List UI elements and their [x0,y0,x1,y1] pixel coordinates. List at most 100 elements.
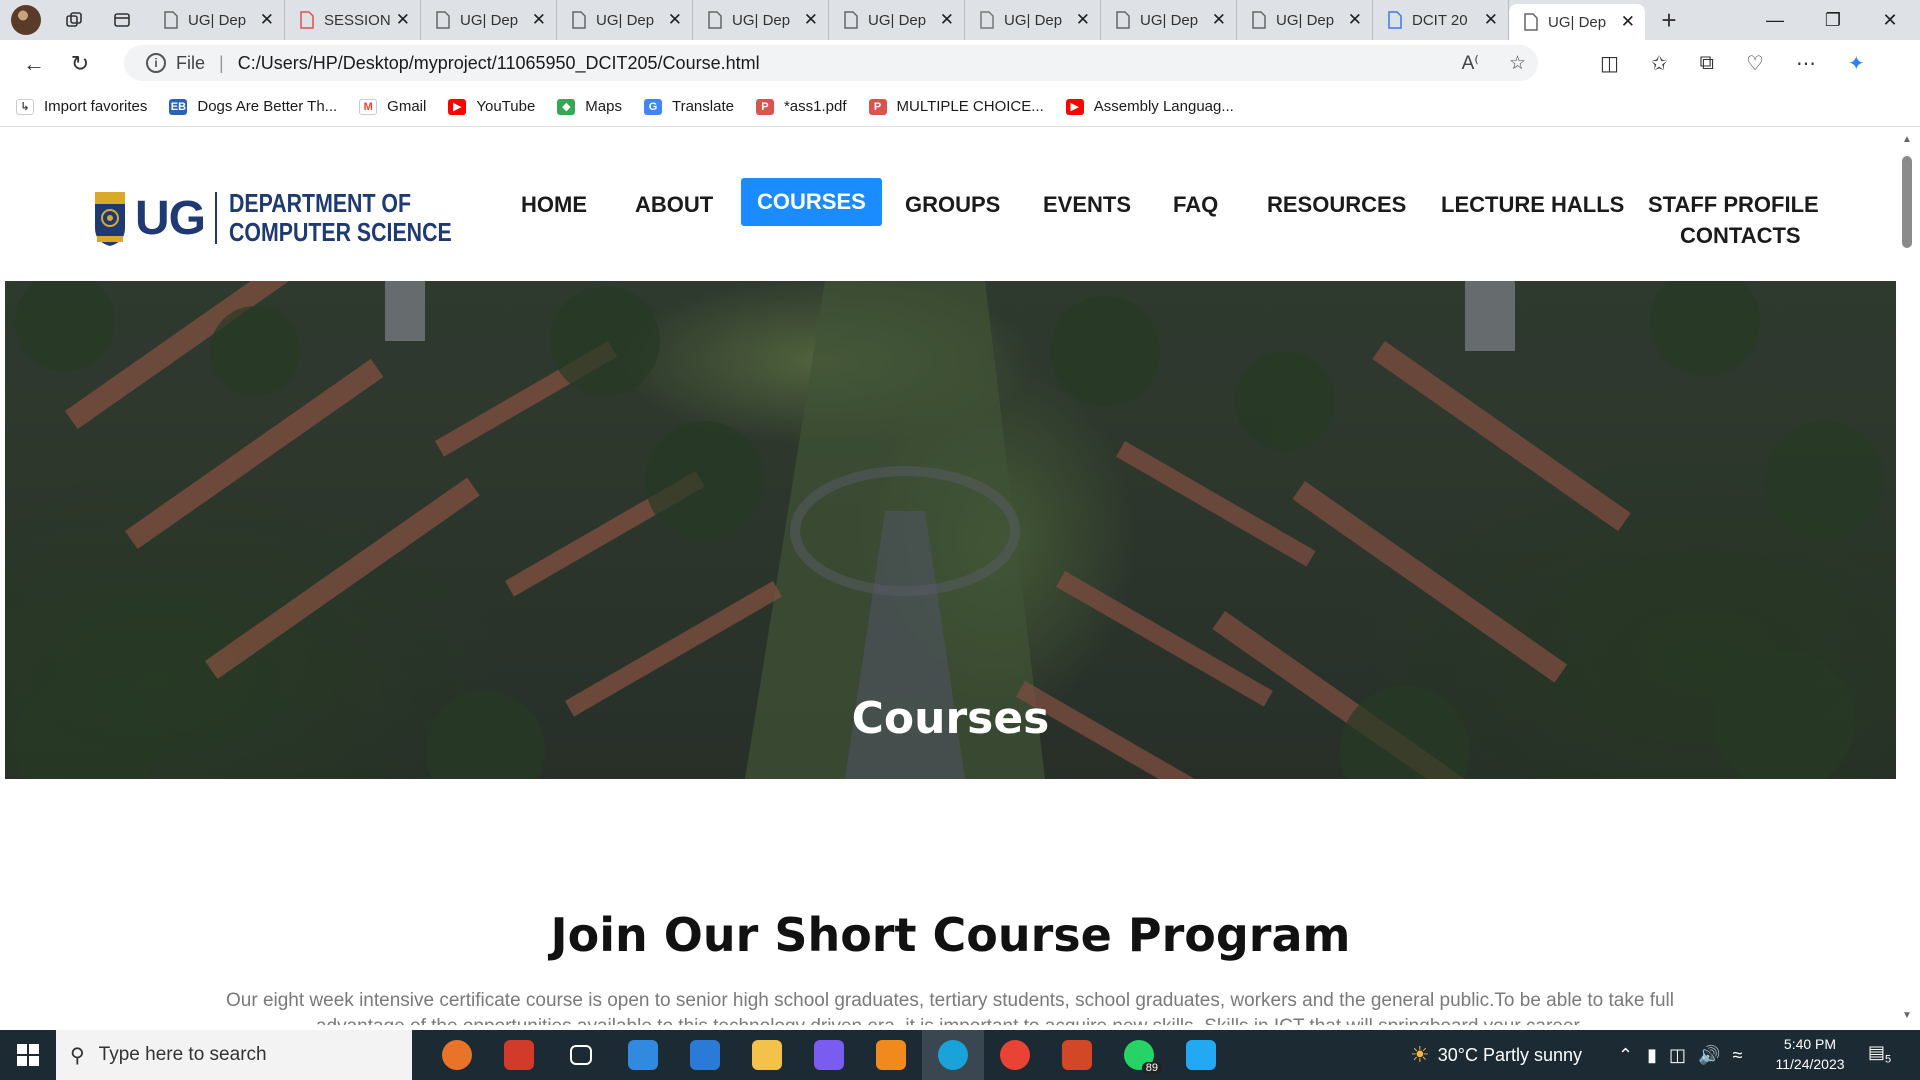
page-scrollbar[interactable]: ▲ ▼ [1896,128,1920,1025]
profile-avatar[interactable] [11,5,41,35]
nav-staff-profile[interactable]: STAFF PROFILE [1648,192,1819,218]
nav-resources[interactable]: RESOURCES [1267,192,1406,218]
favorite-item[interactable]: M Gmail [359,98,426,115]
favorite-item[interactable]: G Translate [643,98,734,115]
nav-groups[interactable]: GROUPS [905,192,1000,218]
nav-contacts[interactable]: CONTACTS [1680,223,1801,249]
close-tab-icon[interactable]: ✕ [396,10,410,30]
notification-center-icon[interactable]: ▤5 [1868,1042,1891,1066]
taskbar-app[interactable] [984,1030,1046,1080]
gift-icon [504,1040,534,1070]
task-view-icon [570,1045,592,1065]
wifi-icon[interactable]: ≈ [1732,1045,1742,1066]
favorite-item[interactable]: P *ass1.pdf [755,98,847,115]
favorite-item[interactable]: ↳ Import favorites [16,98,147,115]
close-tab-icon[interactable]: ✕ [532,10,546,30]
favorite-item[interactable]: ▶ YouTube [448,98,535,115]
info-icon[interactable]: i [146,53,166,73]
copilot-icon[interactable]: ✦ [1848,51,1865,76]
start-button[interactable] [0,1030,56,1080]
split-screen-icon[interactable]: ◫ [1600,51,1619,76]
volume-icon[interactable]: 🔊 [1698,1045,1720,1066]
restore-button[interactable]: ❐ [1805,0,1861,40]
taskbar-app[interactable] [674,1030,736,1080]
taskbar-app[interactable] [1046,1030,1108,1080]
favorite-label: Maps [585,98,622,115]
nav-events[interactable]: EVENTS [1043,192,1131,218]
taskbar-app[interactable] [922,1030,984,1080]
favorite-item[interactable]: ◆ Maps [557,98,622,115]
taskbar-app[interactable] [488,1030,550,1080]
address-bar[interactable]: i File | C:/Users/HP/Desktop/myproject/1… [124,45,1538,81]
favorite-star-icon[interactable]: ☆ [1509,52,1526,75]
battery-icon[interactable]: ▮ [1647,1045,1657,1066]
section-title: Join Our Short Course Program [550,908,1351,962]
browser-tab[interactable]: UG| Dep ✕ [1509,4,1645,40]
favorite-item[interactable]: P MULTIPLE CHOICE... [868,98,1044,115]
browser-essentials-icon[interactable]: ♡ [1746,51,1764,76]
taskbar-app[interactable] [860,1030,922,1080]
weather-icon[interactable]: ☀ [1410,1042,1430,1068]
browser-tab[interactable]: UG| Dep ✕ [557,0,693,40]
close-tab-icon[interactable]: ✕ [940,10,954,30]
powerpoint-icon [1062,1040,1092,1070]
refresh-button[interactable]: ↻ [62,46,98,82]
close-tab-icon[interactable]: ✕ [1621,12,1635,32]
close-tab-icon[interactable]: ✕ [260,10,274,30]
network-icon[interactable]: ◫ [1669,1045,1686,1066]
nav-about[interactable]: ABOUT [635,192,713,218]
url-text[interactable]: C:/Users/HP/Desktop/myproject/11065950_D… [238,53,760,74]
close-tab-icon[interactable]: ✕ [804,10,818,30]
clock-date: 11/24/2023 [1775,1056,1845,1072]
workspaces-icon[interactable] [59,5,89,35]
back-button[interactable]: ← [16,46,52,82]
browser-tab[interactable]: UG| Dep ✕ [149,0,285,40]
browser-tab[interactable]: UG| Dep ✕ [829,0,965,40]
browser-tab[interactable]: DCIT 20 ✕ [1373,0,1509,40]
scroll-down-arrow-icon[interactable]: ▼ [1902,1010,1912,1021]
taskbar-app[interactable]: 89 [1108,1030,1170,1080]
weather-text[interactable]: 30°C Partly sunny [1438,1045,1582,1066]
show-hidden-icons-icon[interactable]: ⌃ [1618,1045,1633,1066]
scroll-up-arrow-icon[interactable]: ▲ [1902,134,1912,145]
close-tab-icon[interactable]: ✕ [1076,10,1090,30]
taskbar-app[interactable] [1170,1030,1232,1080]
taskbar-app[interactable] [736,1030,798,1080]
close-tab-icon[interactable]: ✕ [1484,10,1498,30]
new-tab-button[interactable]: + [1651,2,1687,38]
page-icon [1524,13,1538,31]
taskbar-clock[interactable]: 5:40 PM 11/24/2023 [1770,1034,1850,1074]
read-aloud-icon[interactable]: A⁽ [1462,52,1479,75]
taskbar-app[interactable] [798,1030,860,1080]
vscode-icon [1186,1040,1216,1070]
windows-taskbar: ⚲ Type here to search 89 ☀ 30°C Partly s… [0,1030,1920,1080]
close-tab-icon[interactable]: ✕ [668,10,682,30]
collections-icon[interactable]: ⧉ [1700,52,1714,75]
nav-lecture-halls[interactable]: LECTURE HALLS [1441,192,1624,218]
nav-faq[interactable]: FAQ [1173,192,1218,218]
taskbar-app[interactable] [550,1030,612,1080]
scrollbar-thumb[interactable] [1902,156,1912,248]
close-tab-icon[interactable]: ✕ [1348,10,1362,30]
browser-tab[interactable]: UG| Dep ✕ [965,0,1101,40]
taskbar-app[interactable] [612,1030,674,1080]
close-window-button[interactable]: ✕ [1862,0,1918,40]
minimize-button[interactable]: — [1747,0,1803,40]
favorite-item[interactable]: ▶ Assembly Languag... [1065,98,1234,115]
browser-tab[interactable]: UG| Dep ✕ [1237,0,1373,40]
file-explorer-icon [752,1040,782,1070]
taskbar-app[interactable] [426,1030,488,1080]
nav-home[interactable]: HOME [521,192,587,218]
browser-tab[interactable]: UG| Dep ✕ [421,0,557,40]
browser-tab[interactable]: UG| Dep ✕ [693,0,829,40]
tab-actions-icon[interactable] [107,5,137,35]
page-icon [1252,11,1266,29]
taskbar-search-box[interactable]: ⚲ Type here to search [56,1030,412,1080]
more-menu-icon[interactable]: ⋯ [1796,51,1816,76]
browser-tab[interactable]: SESSION ✕ [285,0,421,40]
favorite-item[interactable]: EB Dogs Are Better Th... [169,98,337,115]
close-tab-icon[interactable]: ✕ [1212,10,1226,30]
nav-courses[interactable]: COURSES [741,178,882,226]
favorites-icon[interactable]: ✩ [1651,51,1668,76]
browser-tab[interactable]: UG| Dep ✕ [1101,0,1237,40]
